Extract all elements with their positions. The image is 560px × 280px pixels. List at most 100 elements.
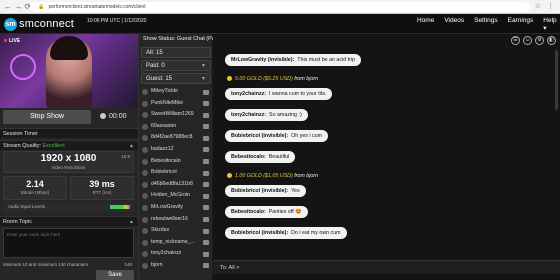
user-list-item[interactable]: reboutwelloer16	[141, 214, 211, 226]
chat-message[interactable]: MrLowGravity (invisible): This must be an…	[225, 54, 361, 66]
user-action-icon[interactable]	[203, 217, 209, 223]
user-list-item[interactable]: PunkNiteMike	[141, 98, 211, 110]
chat-username: Bobiebricol (invisible):	[231, 188, 289, 194]
user-action-icon[interactable]	[203, 101, 209, 107]
paid-count: Paid: 0	[146, 63, 165, 69]
user-list-item[interactable]: MikeyTickle	[141, 86, 211, 98]
username: Holden_McGroin	[151, 192, 190, 199]
avatar	[142, 89, 148, 95]
user-list-item[interactable]: Bobiebricol	[141, 167, 211, 179]
username: Bebesitocalo	[151, 157, 181, 164]
audio-label: Audio Input Levels	[8, 204, 46, 209]
browser-nav-icons[interactable]: ← → ⟳	[4, 2, 31, 12]
chat-text: So amazing :)	[269, 112, 302, 118]
user-action-icon[interactable]	[203, 112, 209, 118]
topic-hint: Minimum 10 and maximum 140 characters	[3, 262, 89, 267]
username: Skizdax	[151, 227, 170, 234]
nav-settings[interactable]: Settings	[474, 17, 498, 32]
bitrate-value: 2.14	[26, 179, 44, 189]
session-timer-header[interactable]: Session Timer	[0, 128, 138, 138]
ring-light	[10, 54, 36, 80]
guest-count: Guest: 15	[146, 76, 173, 82]
username: PunkNiteMike	[151, 99, 184, 106]
nav-home[interactable]: Home	[417, 17, 434, 32]
user-action-icon[interactable]	[203, 159, 209, 165]
user-list-item[interactable]: temp_nickname_...	[141, 237, 211, 249]
chat-message[interactable]: tony2chainzz: So amazing :)	[225, 109, 308, 121]
address-bar[interactable]: 🔒 performerclient.streamatemodels.com/cl…	[30, 2, 530, 12]
guest-users-filter[interactable]: Guest: 15 ▼	[141, 73, 211, 84]
clock: 10:06 PM UTC | 1/12/2020	[87, 18, 147, 24]
nav-earnings[interactable]: Earnings	[508, 17, 534, 32]
username: MrLowGravity	[151, 203, 183, 210]
chat-message[interactable]: Bobiebricol (invisible): Do i eat my own …	[225, 227, 347, 239]
stream-quality-value: Excellent	[42, 143, 65, 149]
user-action-icon[interactable]	[203, 228, 209, 234]
user-action-icon[interactable]	[203, 124, 209, 130]
user-action-icon[interactable]	[203, 263, 209, 269]
audio-levels: Audio Input Levels	[3, 202, 134, 212]
nav-help[interactable]: Help ▾	[543, 17, 556, 32]
chat-username: Bobiebricol (invisible):	[231, 133, 289, 139]
chat-text: I wanna cum to your tits.	[269, 91, 327, 97]
user-action-icon[interactable]	[203, 135, 209, 141]
user-list-item[interactable]: MrLowGravity	[141, 202, 211, 214]
user-action-icon[interactable]	[203, 251, 209, 257]
room-topic-label: Room Topic	[3, 219, 32, 225]
user-list-item[interactable]: 8d4f2ae87988ec8	[141, 132, 211, 144]
menu-icon[interactable]: ☰	[511, 36, 520, 45]
chevron-up-icon: ▲	[129, 143, 134, 149]
username: SweetWilliam1269	[151, 111, 194, 118]
user-list-item[interactable]: tony2chainzz	[141, 248, 211, 260]
chat-text: Yes	[291, 188, 300, 194]
logo-mark: sm	[4, 17, 17, 31]
user-action-icon[interactable]	[203, 182, 209, 188]
performer-hair	[50, 36, 88, 60]
user-action-icon[interactable]	[203, 147, 209, 153]
chat-text: Beautiful	[268, 154, 290, 160]
timer-value: 00:00	[109, 113, 127, 120]
chevron-down-icon: ▼	[201, 76, 206, 82]
user-list-item[interactable]: badazz12	[141, 144, 211, 156]
tip-amount: 1.00 GOLD ($1.05 USD)	[235, 173, 293, 179]
user-list-item[interactable]: Bebesitocalo	[141, 156, 211, 168]
user-action-icon[interactable]	[203, 89, 209, 95]
user-list-item[interactable]: bjorn	[141, 260, 211, 272]
gear-icon[interactable]: ⚙	[535, 36, 544, 45]
user-list-item[interactable]: Holden_McGroin	[141, 190, 211, 202]
paid-users-filter[interactable]: Paid: 0 ▼	[141, 60, 211, 71]
user-list-item[interactable]: 69assaster	[141, 121, 211, 133]
avatar	[142, 204, 148, 211]
chat-message[interactable]: Bebesitocalo: Panties off 😍	[225, 206, 308, 218]
user-action-icon[interactable]	[203, 170, 209, 176]
chat-message[interactable]: Bobiebricol (invisible): Yes	[225, 185, 306, 197]
chat-input[interactable]: To: All >	[213, 260, 560, 274]
user-list-item[interactable]: d46b6ed8fa131b8	[141, 179, 211, 191]
chat-scrollbar[interactable]	[555, 50, 558, 110]
room-topic-header[interactable]: Room Topic ▲	[0, 216, 138, 226]
room-topic-input[interactable]: Enter your room topic here	[3, 228, 134, 258]
stream-quality-header[interactable]: Stream Quality: Excellent ▲	[0, 140, 138, 150]
nav-videos[interactable]: Videos	[444, 17, 464, 32]
session-timer: 00:00	[100, 113, 127, 120]
logo[interactable]: sm smconnect	[4, 17, 74, 31]
chat-message[interactable]: tony2chainzz: I wanna cum to your tits.	[225, 88, 333, 100]
user-list-item[interactable]: SweetWilliam1269	[141, 109, 211, 121]
layout-icon[interactable]: ◧	[547, 36, 556, 45]
browser-menu-icons[interactable]: ☆ ⋮	[535, 2, 556, 10]
avatar	[142, 262, 148, 269]
avatar	[142, 181, 148, 188]
aspect-ratio: 16:9	[121, 154, 130, 159]
user-list-item[interactable]: Skizdax	[141, 225, 211, 237]
user-action-icon[interactable]	[203, 205, 209, 211]
user-action-icon[interactable]	[203, 193, 209, 199]
chat-message[interactable]: Bebesitocalo: Beautiful	[225, 151, 296, 163]
username: MikeyTickle	[151, 88, 178, 94]
emoji-icon[interactable]: ☺	[523, 36, 532, 45]
chat-message[interactable]: Bobiebricol (invisible): Oh yes i cum	[225, 130, 329, 142]
user-action-icon[interactable]	[203, 240, 209, 246]
save-topic-button[interactable]: Save	[96, 270, 134, 280]
stop-show-button[interactable]: Stop Show	[3, 110, 91, 124]
all-users-filter[interactable]: All: 15	[141, 47, 211, 58]
chat-tools: ☰ ☺ ⚙ ◧	[508, 36, 556, 45]
